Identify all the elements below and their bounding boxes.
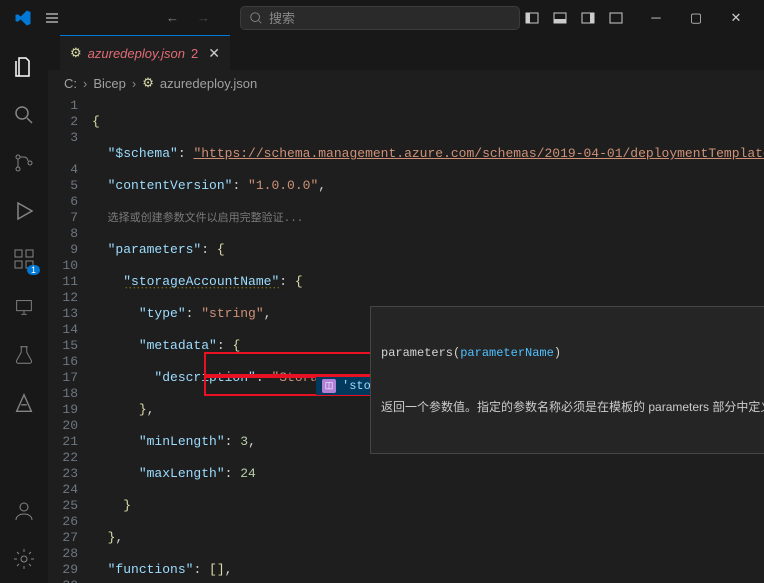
command-center-search[interactable]: 搜索: [240, 6, 520, 30]
search-icon: [249, 11, 263, 25]
layout-sidebar-right-icon[interactable]: [580, 10, 596, 26]
search-activity-icon[interactable]: [0, 91, 48, 139]
window-maximize-button[interactable]: ▢: [676, 0, 716, 35]
nav-back-icon[interactable]: ←: [166, 10, 179, 25]
remote-icon[interactable]: [0, 283, 48, 331]
breadcrumb[interactable]: C: › Bicep › ⚙ azuredeploy.json: [48, 70, 764, 96]
azure-icon[interactable]: [0, 379, 48, 427]
editor-viewport[interactable]: 123 4567 891011 12131415 16171819 202122…: [48, 96, 764, 583]
settings-gear-icon[interactable]: [0, 535, 48, 583]
layout-panel-icon[interactable]: [552, 10, 568, 26]
layout-sidebar-left-icon[interactable]: [524, 10, 540, 26]
activity-bar: 1: [0, 35, 48, 583]
editor-tab[interactable]: ⚙ azuredeploy.json 2 ✕: [60, 35, 230, 70]
title-bar: ← → 搜索 ─ ▢ ✕: [0, 0, 764, 35]
source-control-icon[interactable]: [0, 139, 48, 187]
breadcrumb-seg[interactable]: C:: [64, 76, 77, 91]
tab-close-icon[interactable]: ✕: [208, 45, 220, 62]
vscode-logo-icon: [14, 9, 32, 27]
breadcrumb-seg[interactable]: azuredeploy.json: [160, 76, 257, 91]
parameter-hint-popup: parameters(parameterName) 返回一个参数值。指定的参数名…: [370, 306, 764, 454]
layout-customize-icon[interactable]: [608, 10, 624, 26]
tab-filename: azuredeploy.json: [88, 46, 185, 61]
suggestion-kind-icon: ◫: [322, 379, 336, 393]
explorer-icon[interactable]: [0, 43, 48, 91]
window-close-button[interactable]: ✕: [716, 0, 756, 35]
tab-problem-count: 2: [191, 46, 198, 61]
search-placeholder: 搜索: [269, 8, 295, 27]
accounts-icon[interactable]: [0, 487, 48, 535]
nav-forward-icon[interactable]: →: [197, 10, 210, 25]
chevron-right-icon: ›: [132, 76, 136, 91]
extensions-badge: 1: [27, 265, 40, 275]
chevron-right-icon: ›: [83, 76, 87, 91]
testing-icon[interactable]: [0, 331, 48, 379]
code-content[interactable]: { "$schema": "https://schema.management.…: [92, 96, 764, 583]
breadcrumb-seg[interactable]: Bicep: [93, 76, 126, 91]
menu-icon[interactable]: [44, 10, 60, 26]
line-number-gutter: 123 4567 891011 12131415 16171819 202122…: [48, 96, 92, 583]
extensions-icon[interactable]: 1: [0, 235, 48, 283]
window-minimize-button[interactable]: ─: [636, 0, 676, 35]
tab-bar: ⚙ azuredeploy.json 2 ✕ ⋯: [48, 35, 764, 70]
run-debug-icon[interactable]: [0, 187, 48, 235]
